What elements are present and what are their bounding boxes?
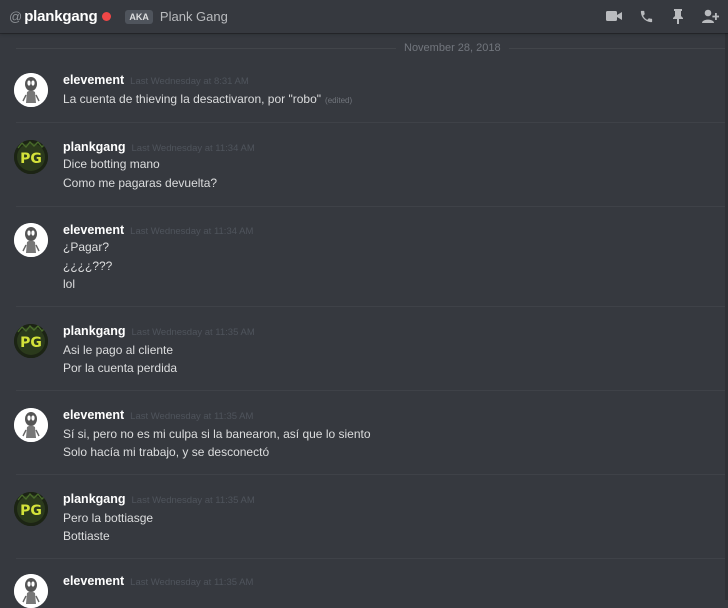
group-separator xyxy=(16,206,728,207)
avatar-plankgang[interactable]: PG xyxy=(14,492,48,526)
message-author[interactable]: elevement xyxy=(63,223,124,237)
alien-avatar-icon xyxy=(14,408,48,442)
message-text: Asi le pago al cliente xyxy=(63,343,174,357)
group-separator xyxy=(16,306,728,307)
message-timestamp: Last Wednesday at 11:35 AM xyxy=(130,577,254,588)
message-meta: plankgang Last Wednesday at 11:34 AM xyxy=(63,140,255,154)
avatar-plankgang[interactable]: PG xyxy=(14,324,48,358)
svg-text:PG: PG xyxy=(20,151,42,167)
group-separator xyxy=(16,390,728,391)
message-text: Pero la bottiasge xyxy=(63,511,154,525)
alien-avatar-icon xyxy=(14,73,48,107)
dm-header: @ plankgang AKA Plank Gang xyxy=(0,0,728,33)
message-meta: elevement Last Wednesday at 8:31 AM xyxy=(63,73,249,87)
message-author[interactable]: elevement xyxy=(63,408,124,422)
avatar-elevement[interactable] xyxy=(14,574,48,608)
message-author[interactable]: plankgang xyxy=(63,324,126,338)
aka-badge: AKA xyxy=(125,9,153,24)
svg-text:PG: PG xyxy=(20,335,42,351)
message-text: ¿Pagar? xyxy=(63,240,110,254)
message-timestamp: Last Wednesday at 11:34 AM xyxy=(131,143,255,154)
alien-avatar-icon xyxy=(14,574,48,608)
message-timestamp: Last Wednesday at 11:34 AM xyxy=(130,226,254,237)
message-text: ¿¿¿¿??? xyxy=(63,259,113,273)
message-timestamp: Last Wednesday at 8:31 AM xyxy=(130,76,249,87)
message-meta: elevement Last Wednesday at 11:35 AM xyxy=(63,408,253,422)
message-text: Por la cuenta perdida xyxy=(63,361,178,375)
edited-label: (edited) xyxy=(325,96,353,105)
message-list: elevement Last Wednesday at 8:31 AM La c… xyxy=(0,0,728,608)
avatar-plankgang[interactable]: PG xyxy=(14,140,48,174)
message-meta: plankgang Last Wednesday at 11:35 AM xyxy=(63,324,255,338)
group-separator xyxy=(16,558,728,559)
message-text: Bottiaste xyxy=(63,529,110,543)
pg-avatar-icon: PG xyxy=(14,492,48,526)
message-line: La cuenta de thieving la desactivaron, p… xyxy=(63,92,352,106)
message-author[interactable]: elevement xyxy=(63,574,124,588)
group-separator xyxy=(16,122,728,123)
voice-call-icon[interactable] xyxy=(636,6,656,26)
message-timestamp: Last Wednesday at 11:35 AM xyxy=(130,411,254,422)
dm-username[interactable]: plankgang xyxy=(24,8,97,25)
message-timestamp: Last Wednesday at 11:35 AM xyxy=(131,327,255,338)
aka-name: Plank Gang xyxy=(159,9,228,24)
group-separator xyxy=(16,474,728,475)
avatar-elevement[interactable] xyxy=(14,223,48,257)
message-text: Dice botting mano xyxy=(63,157,160,171)
message-author[interactable]: elevement xyxy=(63,73,124,87)
message-meta: elevement Last Wednesday at 11:34 AM xyxy=(63,223,253,237)
pin-icon[interactable] xyxy=(668,6,688,26)
message-text: Sí si, pero no es mi culpa si la banearo… xyxy=(63,427,371,441)
alien-avatar-icon xyxy=(14,223,48,257)
avatar-elevement[interactable] xyxy=(14,408,48,442)
message-timestamp: Last Wednesday at 11:35 AM xyxy=(131,495,255,506)
message-text: Como me pagaras devuelta? xyxy=(63,176,218,190)
message-text: Solo hacía mi trabajo, y se desconectó xyxy=(63,445,270,459)
message-text: La cuenta de thieving la desactivaron, p… xyxy=(63,92,322,106)
header-toolbar xyxy=(604,6,720,26)
message-meta: plankgang Last Wednesday at 11:35 AM xyxy=(63,492,255,506)
message-author[interactable]: plankgang xyxy=(63,492,126,506)
at-symbol: @ xyxy=(9,9,23,24)
svg-text:PG: PG xyxy=(20,503,42,519)
pg-avatar-icon: PG xyxy=(14,324,48,358)
pg-avatar-icon: PG xyxy=(14,140,48,174)
video-call-icon[interactable] xyxy=(604,6,624,26)
add-friend-icon[interactable] xyxy=(700,6,720,26)
message-text: lol xyxy=(63,277,76,291)
message-author[interactable]: plankgang xyxy=(63,140,126,154)
avatar-elevement[interactable] xyxy=(14,73,48,107)
message-meta: elevement Last Wednesday at 11:35 AM xyxy=(63,574,253,588)
status-indicator xyxy=(102,12,112,21)
